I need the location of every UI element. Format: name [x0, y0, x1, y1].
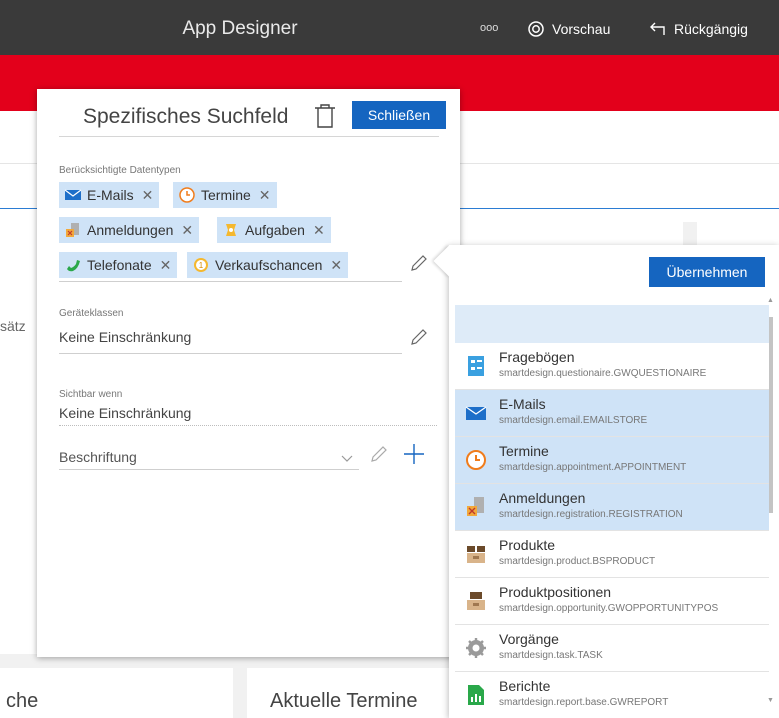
preview-label: Vorschau: [552, 21, 611, 37]
remove-chip-icon[interactable]: ✕: [160, 257, 172, 274]
item-id: smartdesign.email.EMAILSTORE: [499, 415, 648, 426]
preview-button[interactable]: Vorschau: [526, 21, 610, 37]
list-item-anmeldungen[interactable]: Anmeldungen smartdesign.registration.REG…: [455, 484, 769, 531]
visible-when-value[interactable]: Keine Einschränkung: [59, 405, 191, 421]
chip-telefonate[interactable]: Telefonate ✕: [59, 252, 178, 278]
item-name: Produkte: [499, 537, 556, 553]
edit-datatypes-icon[interactable]: [410, 254, 428, 272]
chip-label: Termine: [201, 187, 251, 203]
search-field-popup: Spezifisches Suchfeld Schließen Berücksi…: [37, 89, 460, 657]
datatypes-label: Berücksichtigte Datentypen: [59, 165, 181, 176]
mail-icon: [465, 406, 487, 420]
chip-label: Telefonate: [87, 257, 152, 273]
device-classes-underline: [59, 353, 402, 354]
bg-side-text: sätz: [0, 318, 26, 334]
caption-select[interactable]: Beschriftung: [59, 449, 137, 465]
undo-label: Rückgängig: [674, 21, 748, 37]
chip-aufgaben[interactable]: Aufgaben ✕: [217, 217, 331, 243]
item-id: smartdesign.questionaire.GWQUESTIONAIRE: [499, 368, 707, 379]
item-id: smartdesign.report.base.GWREPORT: [499, 697, 669, 708]
item-id: smartdesign.task.TASK: [499, 650, 603, 661]
registration-icon: [66, 223, 79, 237]
bg-widget-title: Aktuelle Termine: [270, 690, 418, 712]
chip-label: E-Mails: [87, 187, 134, 203]
visible-when-label: Sichtbar wenn: [59, 389, 123, 400]
chip-label: Aufgaben: [245, 222, 305, 238]
scrollbar-thumb[interactable]: [769, 317, 773, 513]
appointment-icon: [466, 450, 486, 470]
app-title: App Designer: [182, 18, 298, 39]
chevron-down-icon[interactable]: [341, 453, 353, 463]
item-name: Anmeldungen: [499, 490, 586, 506]
remove-chip-icon[interactable]: ✕: [313, 222, 325, 239]
gear-icon: [466, 638, 486, 658]
undo-icon: [650, 22, 665, 35]
close-button[interactable]: Schließen: [352, 101, 446, 129]
item-name: Termine: [499, 443, 549, 459]
chip-emails[interactable]: E-Mails ✕: [59, 182, 160, 208]
device-classes-label: Geräteklassen: [59, 308, 124, 319]
search-input[interactable]: [455, 305, 769, 343]
opportunity-icon: 1: [194, 258, 208, 272]
registration-icon: [467, 497, 484, 516]
remove-chip-icon[interactable]: ✕: [142, 187, 154, 204]
eye-icon: [528, 21, 544, 37]
list-item-termine[interactable]: Termine smartdesign.appointment.APPOINTM…: [455, 437, 769, 484]
item-id: smartdesign.product.BSPRODUCT: [499, 556, 656, 567]
popup-title: Spezifisches Suchfeld: [83, 105, 289, 128]
remove-chip-icon[interactable]: ✕: [259, 187, 271, 204]
bg-bottom-left-text: che: [6, 690, 39, 712]
item-name: Fragebögen: [499, 349, 575, 365]
item-id: smartdesign.registration.REGISTRATION: [499, 509, 683, 520]
chip-label: Anmeldungen: [87, 222, 174, 238]
item-id: smartdesign.appointment.APPOINTMENT: [499, 462, 687, 473]
list-item-vorgaenge[interactable]: Vorgänge smartdesign.task.TASK: [455, 625, 769, 672]
svg-text:1: 1: [199, 261, 204, 270]
visible-when-underline: [59, 425, 437, 426]
item-name: Berichte: [499, 678, 551, 694]
questionnaire-icon: [468, 356, 484, 376]
list-item-produktpositionen[interactable]: Produktpositionen smartdesign.opportunit…: [455, 578, 769, 625]
product-icon: [467, 546, 485, 563]
apply-button[interactable]: Übernehmen: [649, 257, 765, 287]
header-divider: [59, 136, 439, 137]
remove-chip-icon[interactable]: ✕: [181, 222, 193, 239]
item-name: E-Mails: [499, 396, 546, 412]
list-item-produkte[interactable]: Produkte smartdesign.product.BSPRODUCT: [455, 531, 769, 578]
device-classes-value[interactable]: Keine Einschränkung: [59, 329, 191, 345]
add-icon[interactable]: [403, 443, 425, 465]
item-name: Vorgänge: [499, 631, 559, 647]
scroll-up-icon[interactable]: ▲: [767, 297, 774, 304]
trash-icon[interactable]: [313, 103, 337, 129]
edit-device-classes-icon[interactable]: [410, 328, 428, 346]
top-bar: App Designer ooo Vorschau Rückgängig: [0, 0, 779, 55]
mail-icon: [65, 189, 81, 200]
task-icon: [226, 224, 236, 236]
undo-button[interactable]: Rückgängig: [650, 21, 748, 37]
report-icon: [468, 685, 484, 705]
datatype-picker-panel: Übernehmen ▲ ▼ Fragebögen smartdesign.qu…: [433, 245, 779, 718]
more-options-button[interactable]: ooo: [480, 22, 498, 34]
appointment-icon: [179, 187, 195, 203]
chip-anmeldungen[interactable]: Anmeldungen ✕: [59, 217, 200, 243]
chip-label: Verkaufschancen: [215, 257, 323, 273]
panel-pointer-mask: [449, 245, 469, 285]
remove-chip-icon[interactable]: ✕: [330, 257, 342, 274]
list-item-fragebogen[interactable]: Fragebögen smartdesign.questionaire.GWQU…: [455, 343, 769, 390]
edit-caption-icon[interactable]: [370, 445, 388, 463]
product-position-icon: [467, 592, 485, 610]
chip-verkaufschancen[interactable]: 1 Verkaufschancen ✕: [187, 252, 349, 278]
bg-column-gap: [683, 222, 697, 246]
datatypes-underline: [59, 281, 402, 282]
item-id: smartdesign.opportunity.GWOPPORTUNITYPOS: [499, 603, 719, 614]
bg-column-gap-bottom: [233, 668, 247, 718]
list-item-emails[interactable]: E-Mails smartdesign.email.EMAILSTORE: [455, 390, 769, 437]
chip-termine[interactable]: Termine ✕: [173, 182, 277, 208]
caption-underline: [59, 469, 359, 470]
list-item-berichte[interactable]: Berichte smartdesign.report.base.GWREPOR…: [455, 672, 769, 718]
item-name: Produktpositionen: [499, 584, 612, 600]
phone-icon: [67, 260, 80, 272]
